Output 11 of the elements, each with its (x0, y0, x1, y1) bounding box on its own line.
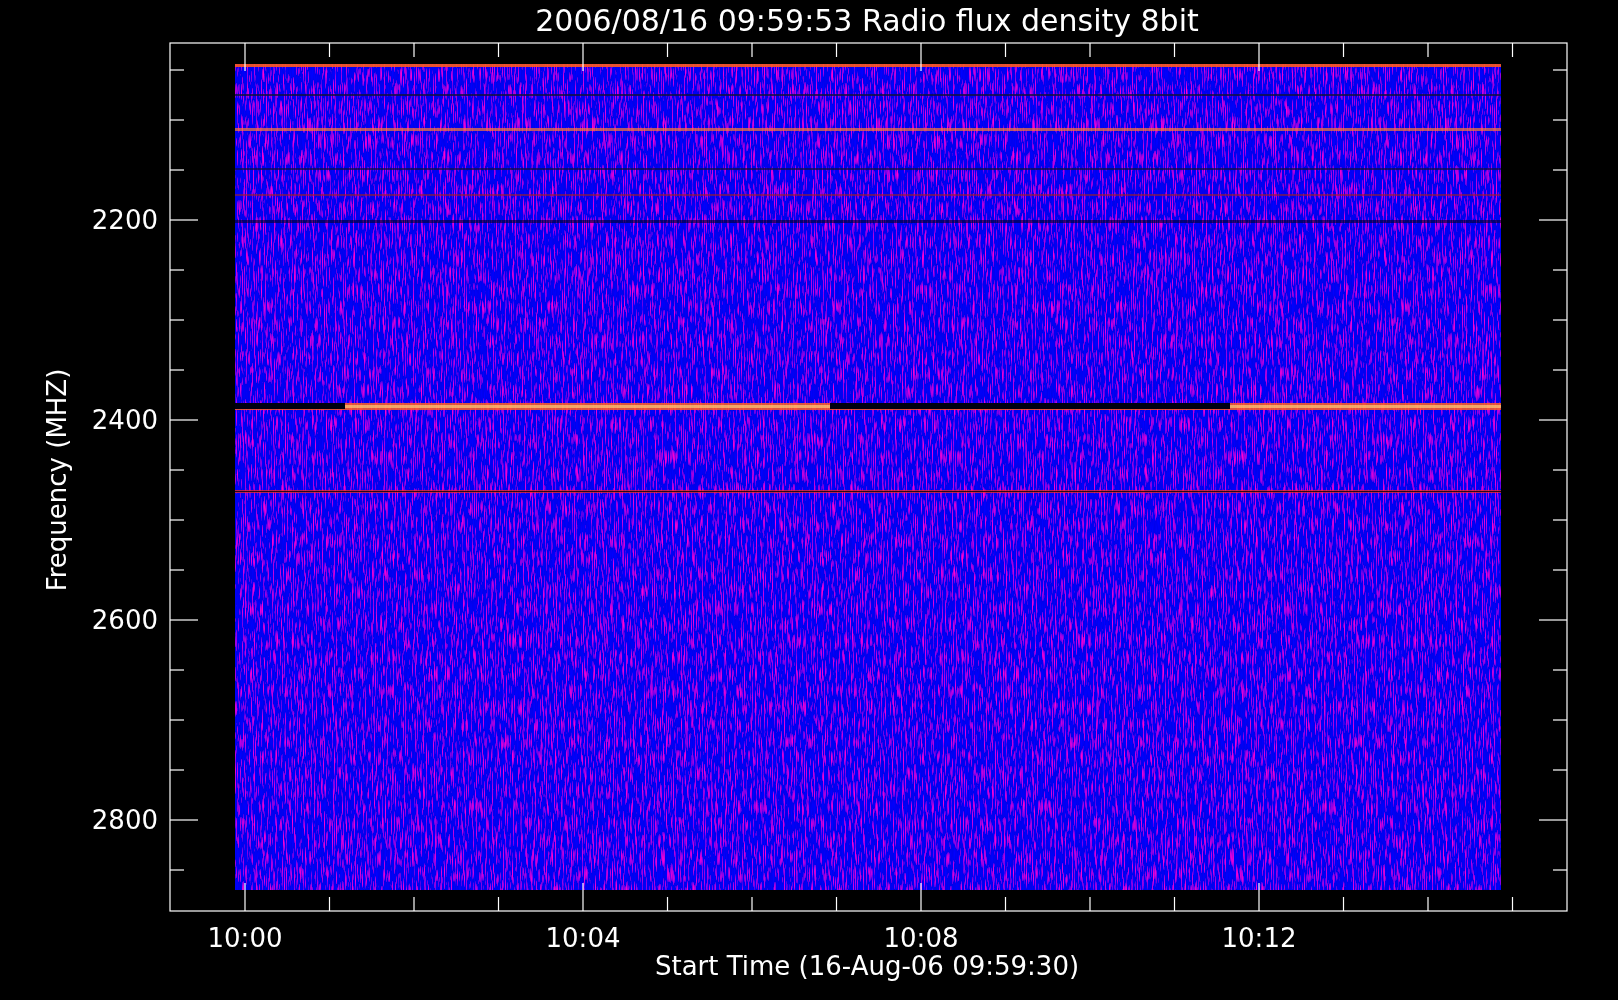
y-axis-label: Frequency (MHZ) (44, 368, 70, 592)
x-tick-label: 10:04 (545, 925, 621, 951)
x-axis-label: Start Time (16-Aug-06 09:59:30) (654, 953, 1080, 979)
y-tick-label: 2600 (91, 607, 158, 633)
y-tick-label: 2200 (91, 207, 158, 233)
x-tick-label: 10:08 (883, 925, 959, 951)
y-tick-label: 2400 (91, 407, 158, 433)
x-tick-label: 10:12 (1221, 925, 1297, 951)
x-tick-label: 10:00 (207, 925, 283, 951)
plot-title: 2006/08/16 09:59:53 Radio flux density 8bit (535, 6, 1199, 36)
y-tick-label: 2800 (91, 807, 158, 833)
